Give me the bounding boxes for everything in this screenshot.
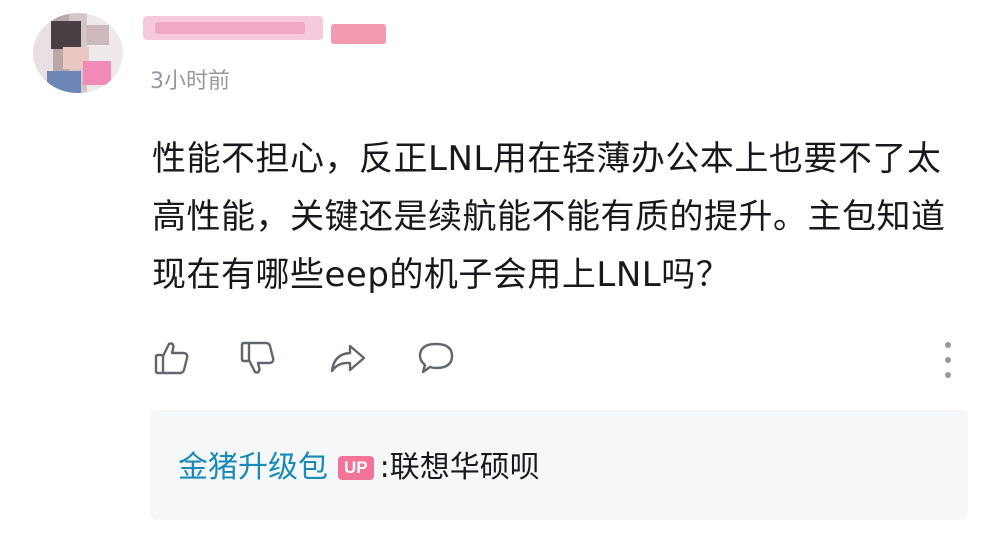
comment-actions xyxy=(150,336,970,386)
thumbs-down-icon xyxy=(240,341,275,374)
dislike-button[interactable] xyxy=(236,336,280,380)
up-badge: UP xyxy=(338,456,374,480)
thumbs-up-icon xyxy=(154,342,189,375)
more-options-button[interactable] xyxy=(936,338,960,382)
reply-button[interactable] xyxy=(414,336,458,380)
reply-text: 联想华硕呗 xyxy=(389,450,540,485)
comment-text: 性能不担心，反正LNL用在轻薄办公本上也要不了太高性能，关键还是续航能不能有质的… xyxy=(152,139,946,295)
share-button[interactable] xyxy=(326,336,370,380)
reply-preview[interactable]: 金猪升级包 UP : 联想华硕呗 xyxy=(150,410,968,520)
reply-colon: : xyxy=(379,450,390,485)
like-button[interactable] xyxy=(150,336,194,380)
more-icon xyxy=(945,342,951,349)
username-blurred[interactable] xyxy=(143,12,388,48)
comment-icon xyxy=(418,342,454,374)
reply-line: 金猪升级包 UP : 联想华硕呗 xyxy=(178,448,540,488)
avatar[interactable] xyxy=(33,13,123,93)
comment-timestamp: 3小时前 xyxy=(150,69,230,94)
share-icon xyxy=(330,344,366,373)
reply-username[interactable]: 金猪升级包 xyxy=(178,448,328,488)
